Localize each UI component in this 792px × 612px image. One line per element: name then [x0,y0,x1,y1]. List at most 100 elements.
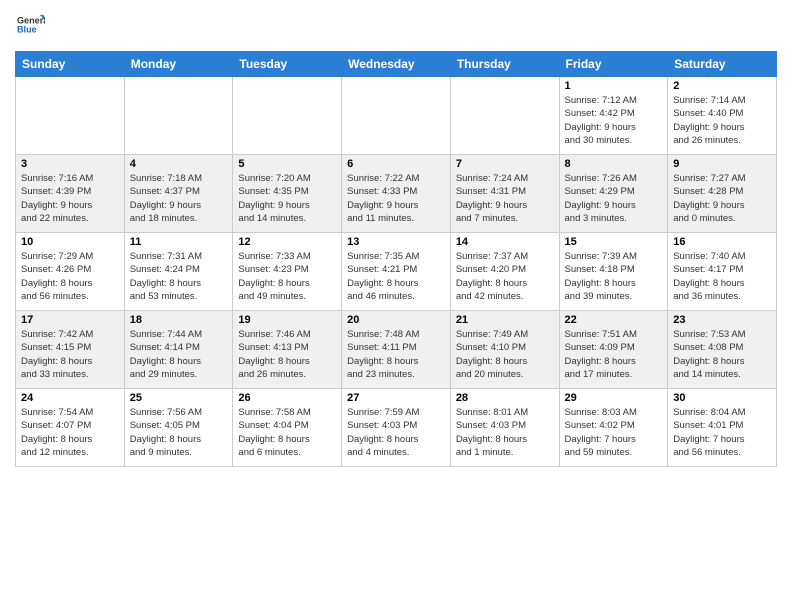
calendar-day-cell: 7 Sunrise: 7:24 AM Sunset: 4:31 PM Daylig… [450,155,559,233]
logo-icon: General Blue [17,10,45,38]
day-number: 15 [565,236,663,248]
calendar-table: SundayMondayTuesdayWednesdayThursdayFrid… [15,51,777,467]
day-info: Sunrise: 7:58 AM Sunset: 4:04 PM Dayligh… [238,406,336,459]
calendar-day-cell: 29 Sunrise: 8:03 AM Sunset: 4:02 PM Dayli… [559,389,668,467]
day-number: 26 [238,392,336,404]
day-number: 20 [347,314,445,326]
calendar-day-cell: 15 Sunrise: 7:39 AM Sunset: 4:18 PM Dayli… [559,233,668,311]
day-number: 22 [565,314,663,326]
day-number: 17 [21,314,119,326]
day-number: 1 [565,80,663,92]
svg-text:Blue: Blue [17,24,37,34]
day-number: 29 [565,392,663,404]
calendar-day-cell: 23 Sunrise: 7:53 AM Sunset: 4:08 PM Dayli… [668,311,777,389]
calendar-day-cell: 4 Sunrise: 7:18 AM Sunset: 4:37 PM Daylig… [124,155,233,233]
calendar-week-row: 17 Sunrise: 7:42 AM Sunset: 4:15 PM Dayli… [16,311,777,389]
day-of-week-header: Thursday [450,52,559,77]
day-of-week-header: Tuesday [233,52,342,77]
calendar-day-cell: 14 Sunrise: 7:37 AM Sunset: 4:20 PM Dayli… [450,233,559,311]
day-info: Sunrise: 7:14 AM Sunset: 4:40 PM Dayligh… [673,94,771,147]
day-of-week-header: Monday [124,52,233,77]
calendar-day-cell: 2 Sunrise: 7:14 AM Sunset: 4:40 PM Daylig… [668,77,777,155]
day-info: Sunrise: 7:33 AM Sunset: 4:23 PM Dayligh… [238,250,336,303]
day-number: 28 [456,392,554,404]
day-info: Sunrise: 7:39 AM Sunset: 4:18 PM Dayligh… [565,250,663,303]
day-info: Sunrise: 7:24 AM Sunset: 4:31 PM Dayligh… [456,172,554,225]
day-of-week-header: Sunday [16,52,125,77]
day-info: Sunrise: 7:59 AM Sunset: 4:03 PM Dayligh… [347,406,445,459]
day-number: 5 [238,158,336,170]
calendar-day-cell: 18 Sunrise: 7:44 AM Sunset: 4:14 PM Dayli… [124,311,233,389]
day-info: Sunrise: 7:12 AM Sunset: 4:42 PM Dayligh… [565,94,663,147]
calendar-week-row: 3 Sunrise: 7:16 AM Sunset: 4:39 PM Daylig… [16,155,777,233]
page-container: General Blue SundayMondayTuesdayWednesda… [0,0,792,477]
day-info: Sunrise: 7:37 AM Sunset: 4:20 PM Dayligh… [456,250,554,303]
day-number: 19 [238,314,336,326]
day-number: 8 [565,158,663,170]
calendar-day-cell: 5 Sunrise: 7:20 AM Sunset: 4:35 PM Daylig… [233,155,342,233]
day-info: Sunrise: 7:48 AM Sunset: 4:11 PM Dayligh… [347,328,445,381]
day-info: Sunrise: 7:35 AM Sunset: 4:21 PM Dayligh… [347,250,445,303]
calendar-day-cell: 3 Sunrise: 7:16 AM Sunset: 4:39 PM Daylig… [16,155,125,233]
calendar-day-cell [124,77,233,155]
day-info: Sunrise: 7:18 AM Sunset: 4:37 PM Dayligh… [130,172,228,225]
day-info: Sunrise: 7:27 AM Sunset: 4:28 PM Dayligh… [673,172,771,225]
calendar-day-cell: 24 Sunrise: 7:54 AM Sunset: 4:07 PM Dayli… [16,389,125,467]
day-info: Sunrise: 7:16 AM Sunset: 4:39 PM Dayligh… [21,172,119,225]
day-of-week-header: Wednesday [342,52,451,77]
calendar-day-cell [233,77,342,155]
day-info: Sunrise: 7:42 AM Sunset: 4:15 PM Dayligh… [21,328,119,381]
day-number: 3 [21,158,119,170]
day-info: Sunrise: 8:04 AM Sunset: 4:01 PM Dayligh… [673,406,771,459]
logo-content: General Blue [15,10,45,43]
day-info: Sunrise: 7:22 AM Sunset: 4:33 PM Dayligh… [347,172,445,225]
calendar-day-cell: 26 Sunrise: 7:58 AM Sunset: 4:04 PM Dayli… [233,389,342,467]
calendar-day-cell [342,77,451,155]
calendar-day-cell: 28 Sunrise: 8:01 AM Sunset: 4:03 PM Dayli… [450,389,559,467]
calendar-week-row: 24 Sunrise: 7:54 AM Sunset: 4:07 PM Dayli… [16,389,777,467]
day-info: Sunrise: 7:44 AM Sunset: 4:14 PM Dayligh… [130,328,228,381]
day-info: Sunrise: 7:51 AM Sunset: 4:09 PM Dayligh… [565,328,663,381]
calendar-day-cell: 6Sunrise: 7:22 AM Sunset: 4:33 PM Daylig… [342,155,451,233]
calendar-day-cell: 8 Sunrise: 7:26 AM Sunset: 4:29 PM Daylig… [559,155,668,233]
day-number: 4 [130,158,228,170]
calendar-day-cell [16,77,125,155]
day-info: Sunrise: 7:31 AM Sunset: 4:24 PM Dayligh… [130,250,228,303]
header: General Blue [15,10,777,43]
calendar-day-cell: 27 Sunrise: 7:59 AM Sunset: 4:03 PM Dayli… [342,389,451,467]
day-number: 10 [21,236,119,248]
day-number: 24 [21,392,119,404]
calendar-day-cell: 21Sunrise: 7:49 AM Sunset: 4:10 PM Dayli… [450,311,559,389]
logo: General Blue [15,10,45,43]
day-number: 11 [130,236,228,248]
calendar-day-cell: 19 Sunrise: 7:46 AM Sunset: 4:13 PM Dayli… [233,311,342,389]
day-info: Sunrise: 7:53 AM Sunset: 4:08 PM Dayligh… [673,328,771,381]
day-info: Sunrise: 7:26 AM Sunset: 4:29 PM Dayligh… [565,172,663,225]
day-number: 16 [673,236,771,248]
calendar-day-cell: 10 Sunrise: 7:29 AM Sunset: 4:26 PM Dayli… [16,233,125,311]
calendar-day-cell: 30Sunrise: 8:04 AM Sunset: 4:01 PM Dayli… [668,389,777,467]
calendar-day-cell: 22 Sunrise: 7:51 AM Sunset: 4:09 PM Dayli… [559,311,668,389]
day-info: Sunrise: 7:46 AM Sunset: 4:13 PM Dayligh… [238,328,336,381]
day-number: 7 [456,158,554,170]
day-info: Sunrise: 7:29 AM Sunset: 4:26 PM Dayligh… [21,250,119,303]
day-info: Sunrise: 7:56 AM Sunset: 4:05 PM Dayligh… [130,406,228,459]
day-number: 13 [347,236,445,248]
day-number: 23 [673,314,771,326]
day-info: Sunrise: 8:01 AM Sunset: 4:03 PM Dayligh… [456,406,554,459]
day-number: 27 [347,392,445,404]
day-info: Sunrise: 7:20 AM Sunset: 4:35 PM Dayligh… [238,172,336,225]
calendar-week-row: 10 Sunrise: 7:29 AM Sunset: 4:26 PM Dayli… [16,233,777,311]
day-info: Sunrise: 7:54 AM Sunset: 4:07 PM Dayligh… [21,406,119,459]
day-number: 14 [456,236,554,248]
day-of-week-header: Friday [559,52,668,77]
calendar-day-cell: 12 Sunrise: 7:33 AM Sunset: 4:23 PM Dayli… [233,233,342,311]
day-number: 12 [238,236,336,248]
day-info: Sunrise: 8:03 AM Sunset: 4:02 PM Dayligh… [565,406,663,459]
day-number: 18 [130,314,228,326]
day-info: Sunrise: 7:40 AM Sunset: 4:17 PM Dayligh… [673,250,771,303]
day-number: 2 [673,80,771,92]
calendar-day-cell [450,77,559,155]
day-of-week-header: Saturday [668,52,777,77]
calendar-day-cell: 13 Sunrise: 7:35 AM Sunset: 4:21 PM Dayli… [342,233,451,311]
